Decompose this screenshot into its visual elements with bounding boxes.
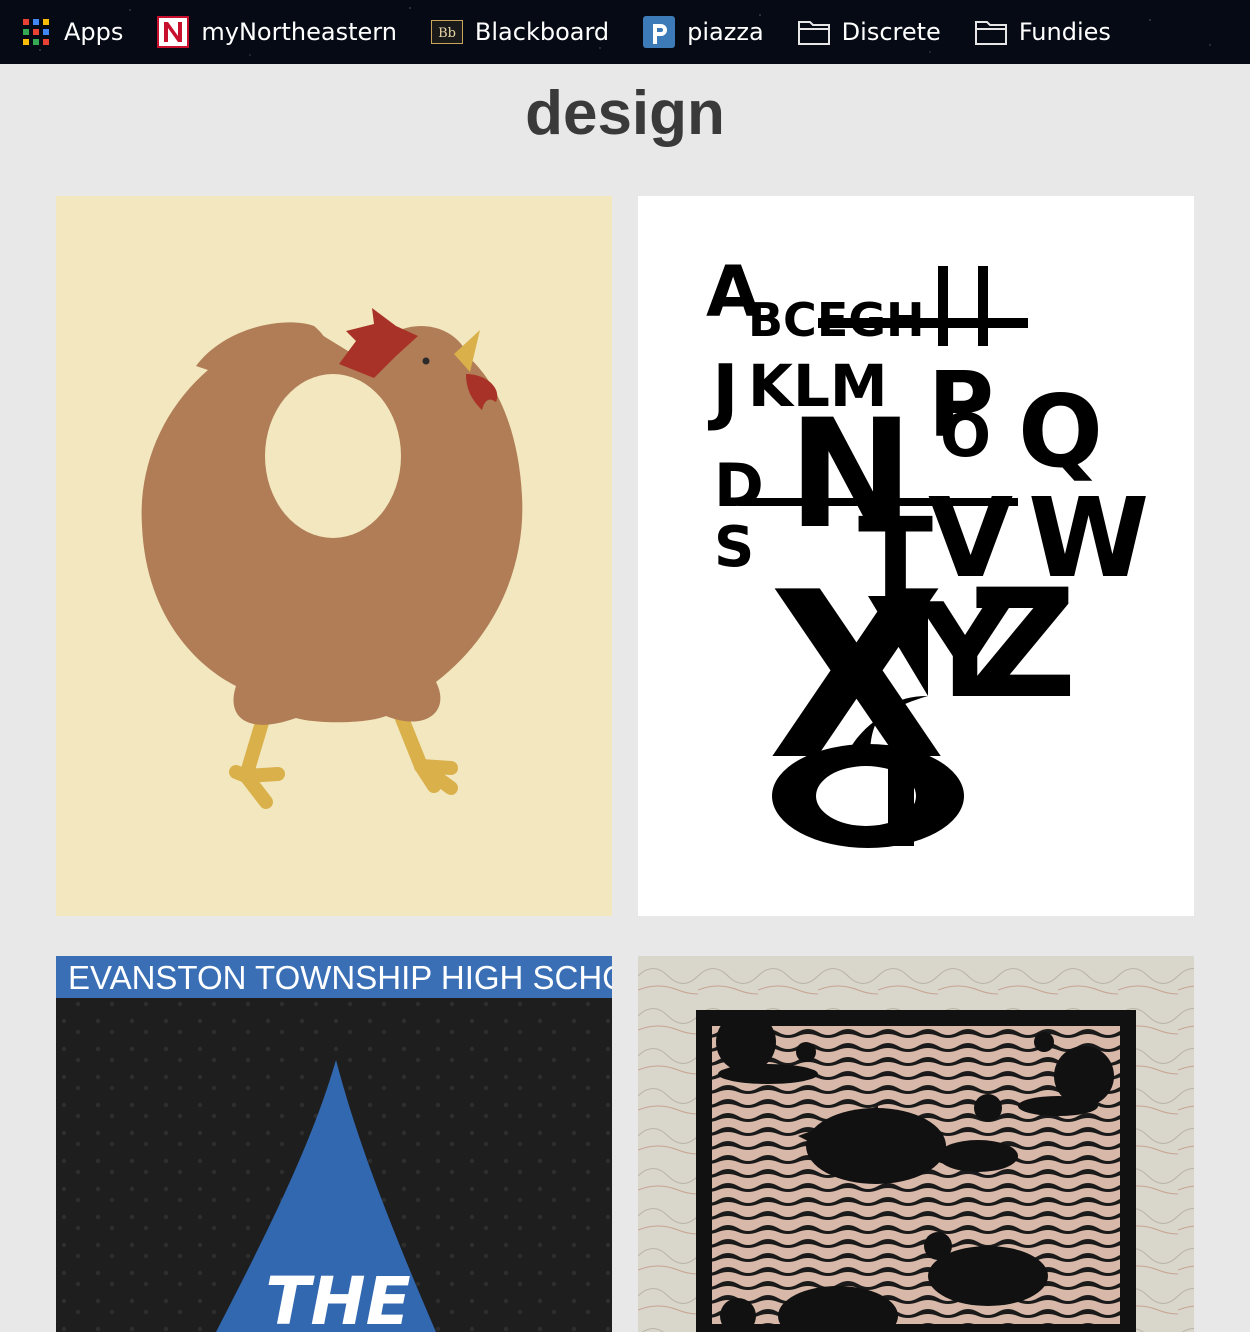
bookmark-label: Apps <box>64 18 124 46</box>
page-title: design <box>525 79 725 148</box>
poster-artwork: THE <box>56 998 612 1332</box>
bookmark-piazza[interactable]: piazza <box>643 12 764 52</box>
bookmark-apps[interactable]: Apps <box>20 12 123 52</box>
bookmark-label: piazza <box>687 18 764 46</box>
svg-text:Z: Z <box>968 558 1077 732</box>
gallery-tile-chicken[interactable] <box>56 196 612 916</box>
folder-icon <box>797 16 830 48</box>
bookmark-folder-fundies[interactable]: Fundies <box>974 12 1111 52</box>
svg-text:S: S <box>714 515 754 580</box>
bookmark-label: myNortheastern <box>201 18 397 46</box>
bookmark-folder-discrete[interactable]: Discrete <box>797 12 941 52</box>
bookmark-label: Fundies <box>1018 18 1111 46</box>
poster-headline: THE <box>265 1263 410 1332</box>
svg-text:O: O <box>940 401 991 471</box>
blackboard-logo-icon: Bb <box>430 16 463 48</box>
gallery-tile-alphabet[interactable]: A BCEGH J KLM P Q N O D S T V W X Y Z <box>638 196 1194 916</box>
bookmark-mynortheastern[interactable]: myNortheastern <box>157 12 397 52</box>
piazza-logo-icon <box>643 16 676 48</box>
svg-text:Q: Q <box>1018 373 1103 490</box>
alphabet-typography-poster: A BCEGH J KLM P Q N O D S T V W X Y Z <box>706 251 1149 848</box>
bookmark-label: Blackboard <box>474 18 610 46</box>
svg-text:J: J <box>707 349 739 433</box>
folder-icon <box>974 16 1007 48</box>
bookmark-blackboard[interactable]: Bb Blackboard <box>430 12 610 52</box>
apps-grid-icon <box>20 16 52 48</box>
gallery-tile-snail-print[interactable] <box>638 956 1194 1332</box>
svg-text:Bb: Bb <box>438 26 456 41</box>
gallery-tile-eths-poster[interactable]: EVANSTON TOWNSHIP HIGH SCHOOL THE <box>56 956 612 1332</box>
svg-text:D: D <box>714 451 764 521</box>
snail-linocut-print <box>638 956 1194 1332</box>
northeastern-logo-icon <box>157 16 190 48</box>
bookmarks-bar: Apps myNortheastern Bb Blackboard piazza… <box>0 0 1250 64</box>
bookmark-label: Discrete <box>841 18 941 46</box>
chicken-illustration <box>141 308 523 809</box>
